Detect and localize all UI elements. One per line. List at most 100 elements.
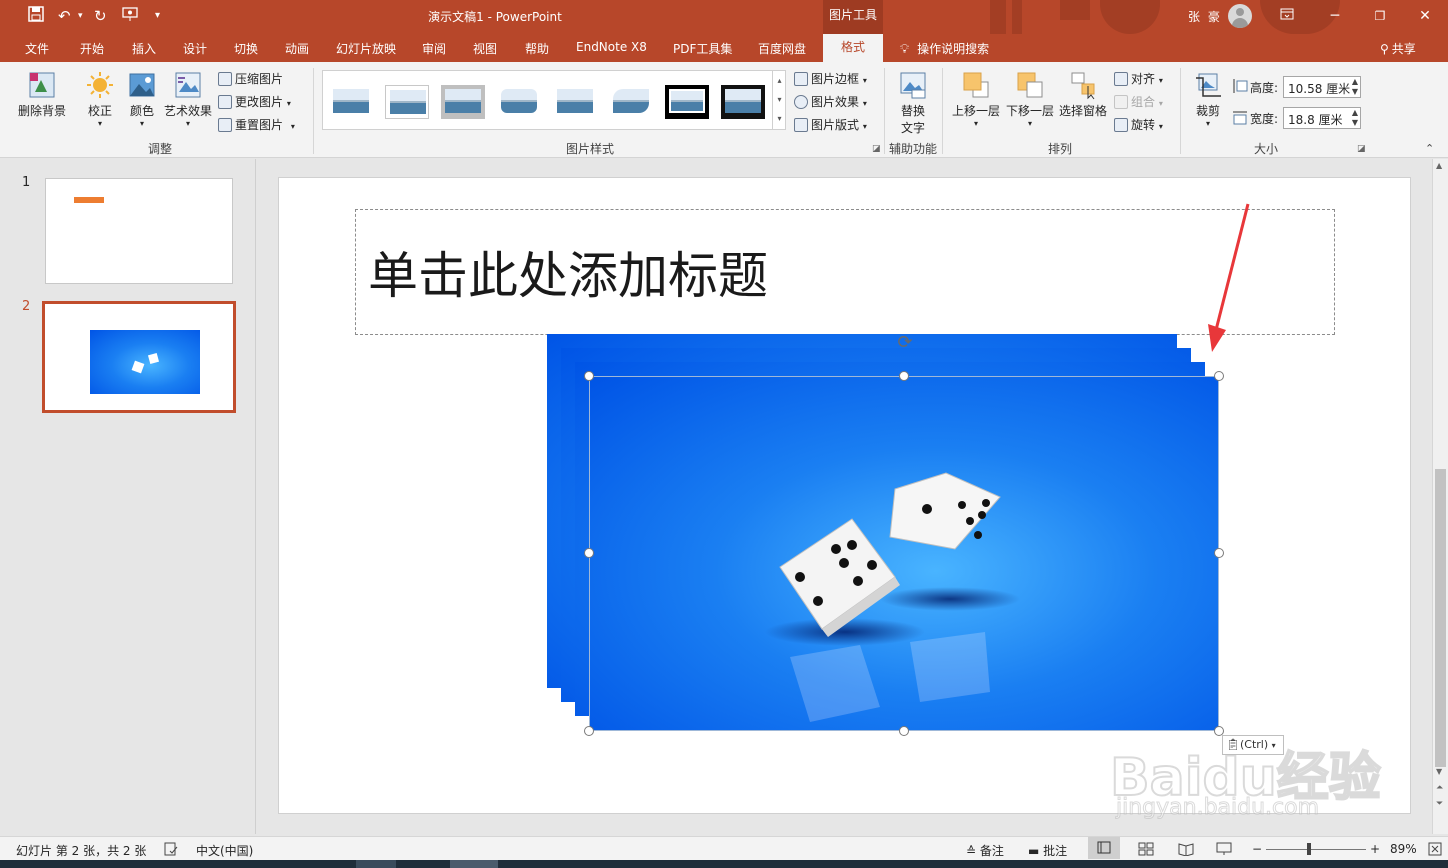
rotate-dropdown-icon: ▾ bbox=[1158, 122, 1163, 131]
crop-button[interactable]: 裁剪 ▾ bbox=[1188, 70, 1228, 128]
taskbar-item[interactable] bbox=[450, 860, 498, 868]
picture-effects-button[interactable]: 图片效果 ▾ bbox=[794, 93, 867, 110]
tab-insert[interactable]: 插入 bbox=[132, 40, 156, 57]
height-input[interactable]: 10.58 厘米 ▲ ▼ bbox=[1283, 76, 1361, 98]
height-spinner-icon[interactable]: ▲ ▼ bbox=[1352, 77, 1358, 97]
tab-transitions[interactable]: 切换 bbox=[234, 40, 258, 57]
send-backward-button[interactable]: 下移一层 ▾ bbox=[1004, 70, 1056, 128]
picture-style-7[interactable] bbox=[665, 85, 709, 119]
comments-label: 批注 bbox=[1043, 844, 1068, 858]
remove-background-button[interactable]: 删除背景 bbox=[14, 70, 70, 119]
picture-style-8[interactable] bbox=[721, 85, 765, 119]
tab-help[interactable]: 帮助 bbox=[525, 40, 549, 57]
share-button[interactable]: ⚲ 共享 bbox=[1380, 40, 1416, 57]
tab-home[interactable]: 开始 bbox=[80, 40, 104, 57]
tab-file[interactable]: 文件 bbox=[25, 40, 49, 57]
tell-me-search[interactable]: 💡︎ 操作说明搜索 bbox=[900, 40, 989, 57]
picture-tools-context-label: 图片工具 bbox=[823, 0, 883, 34]
rotate-button[interactable]: 旋转 ▾ bbox=[1114, 116, 1163, 133]
compress-pictures-button[interactable]: 压缩图片 bbox=[218, 70, 283, 87]
resize-handle-top[interactable] bbox=[899, 371, 909, 381]
normal-view-button[interactable] bbox=[1088, 837, 1120, 859]
picture-layout-button[interactable]: 图片版式 ▾ bbox=[794, 116, 867, 133]
artistic-effects-icon bbox=[173, 70, 203, 100]
tab-pdf-tools[interactable]: PDF工具集 bbox=[673, 40, 732, 57]
slide-sorter-view-icon[interactable] bbox=[1138, 842, 1154, 859]
comments-button[interactable]: ▬ 批注 bbox=[1028, 842, 1067, 859]
zoom-in-icon[interactable]: + bbox=[1370, 842, 1380, 856]
close-icon[interactable]: ✕ bbox=[1410, 6, 1440, 26]
resize-handle-left[interactable] bbox=[584, 548, 594, 558]
resize-handle-right[interactable] bbox=[1214, 548, 1224, 558]
width-spinner-icon[interactable]: ▲ ▼ bbox=[1352, 108, 1358, 128]
tab-view[interactable]: 视图 bbox=[473, 40, 497, 57]
previous-slide-icon[interactable]: ⏶ bbox=[1436, 783, 1443, 793]
ribbon-display-options-icon[interactable] bbox=[1272, 6, 1302, 26]
taskbar-item[interactable] bbox=[356, 860, 396, 868]
avatar[interactable] bbox=[1228, 4, 1252, 28]
gallery-scroll[interactable]: ▴ ▾ ▾ bbox=[772, 71, 786, 129]
group-objects-button[interactable]: 组合 ▾ bbox=[1114, 93, 1163, 110]
scroll-down-icon[interactable]: ▼ bbox=[1436, 767, 1442, 776]
slide-count-status[interactable]: 幻灯片 第 2 张，共 2 张 bbox=[16, 842, 146, 859]
picture-style-5[interactable] bbox=[553, 85, 597, 119]
slide-thumbnail-1[interactable] bbox=[45, 178, 233, 284]
next-slide-icon[interactable]: ⏷ bbox=[1436, 799, 1443, 809]
tab-endnote[interactable]: EndNote X8 bbox=[576, 40, 647, 54]
picture-style-3[interactable] bbox=[441, 85, 485, 119]
size-launcher-icon[interactable]: ◪ bbox=[1357, 144, 1366, 154]
resize-handle-bottom[interactable] bbox=[899, 726, 909, 736]
scroll-up-icon[interactable]: ▲ bbox=[1436, 161, 1442, 170]
change-picture-button[interactable]: 更改图片 ▾ bbox=[218, 93, 291, 110]
slide-thumbnail-2[interactable] bbox=[42, 301, 236, 413]
change-picture-dropdown-icon: ▾ bbox=[286, 99, 291, 108]
artistic-effects-button[interactable]: 艺术效果 ▾ bbox=[162, 70, 214, 128]
rotation-handle-icon[interactable]: ⟳ bbox=[894, 332, 916, 354]
scrollbar-thumb[interactable] bbox=[1435, 469, 1446, 767]
vertical-scrollbar[interactable]: ▲ ▼ ⏶ ⏷ bbox=[1432, 159, 1448, 834]
zoom-out-icon[interactable]: − bbox=[1252, 842, 1262, 856]
title-placeholder[interactable]: 单击此处添加标题 bbox=[355, 209, 1335, 335]
picture-style-1[interactable] bbox=[329, 85, 373, 119]
tab-slideshow[interactable]: 幻灯片放映 bbox=[336, 40, 396, 57]
align-button[interactable]: 对齐 ▾ bbox=[1114, 70, 1163, 87]
tab-animations[interactable]: 动画 bbox=[285, 40, 309, 57]
picture-style-6[interactable] bbox=[609, 85, 653, 119]
corrections-button[interactable]: 校正 ▾ bbox=[82, 70, 118, 128]
fit-slide-icon[interactable] bbox=[1428, 842, 1442, 859]
group-separator bbox=[1180, 68, 1181, 154]
slideshow-view-icon[interactable] bbox=[1216, 842, 1232, 859]
picture-styles-launcher-icon[interactable]: ◪ bbox=[872, 144, 881, 154]
tab-review[interactable]: 审阅 bbox=[422, 40, 446, 57]
zoom-level[interactable]: 89% bbox=[1390, 842, 1417, 856]
group-separator bbox=[942, 68, 943, 154]
minimize-icon[interactable]: ─ bbox=[1320, 6, 1350, 26]
resize-handle-bottom-left[interactable] bbox=[584, 726, 594, 736]
language-status[interactable]: 中文(中国) bbox=[196, 842, 253, 859]
zoom-slider-track[interactable] bbox=[1266, 849, 1366, 850]
tab-format[interactable]: 格式 bbox=[823, 34, 883, 62]
selection-pane-button[interactable]: 选择窗格 bbox=[1057, 70, 1109, 119]
resize-handle-top-right[interactable] bbox=[1214, 371, 1224, 381]
width-input[interactable]: 18.8 厘米 ▲ ▼ bbox=[1283, 107, 1361, 129]
tab-baidu-netdisk[interactable]: 百度网盘 bbox=[758, 40, 806, 57]
tab-design[interactable]: 设计 bbox=[183, 40, 207, 57]
picture-border-button[interactable]: 图片边框 ▾ bbox=[794, 70, 867, 87]
resize-handle-top-left[interactable] bbox=[584, 371, 594, 381]
align-icon bbox=[1114, 72, 1128, 86]
bring-forward-button[interactable]: 上移一层 ▾ bbox=[950, 70, 1002, 128]
reading-view-icon[interactable] bbox=[1178, 842, 1194, 859]
user-name[interactable]: 张 豪 bbox=[1188, 8, 1222, 25]
picture-style-2[interactable] bbox=[385, 85, 429, 119]
color-button[interactable]: 颜色 ▾ bbox=[124, 70, 160, 128]
collapse-ribbon-icon[interactable]: ⌃ bbox=[1425, 142, 1434, 155]
alt-text-button[interactable]: 替换 文字 bbox=[893, 70, 933, 136]
picture-style-4[interactable] bbox=[497, 85, 541, 119]
restore-icon[interactable]: ❐ bbox=[1365, 6, 1395, 26]
zoom-slider-thumb[interactable] bbox=[1307, 843, 1311, 855]
selected-dice-picture[interactable] bbox=[589, 376, 1219, 731]
crop-label: 裁剪 bbox=[1195, 104, 1220, 118]
reset-picture-button[interactable]: 重置图片 ▾ bbox=[218, 116, 295, 133]
spell-check-icon[interactable] bbox=[164, 842, 178, 859]
notes-button[interactable]: ≙ 备注 bbox=[966, 842, 1004, 859]
